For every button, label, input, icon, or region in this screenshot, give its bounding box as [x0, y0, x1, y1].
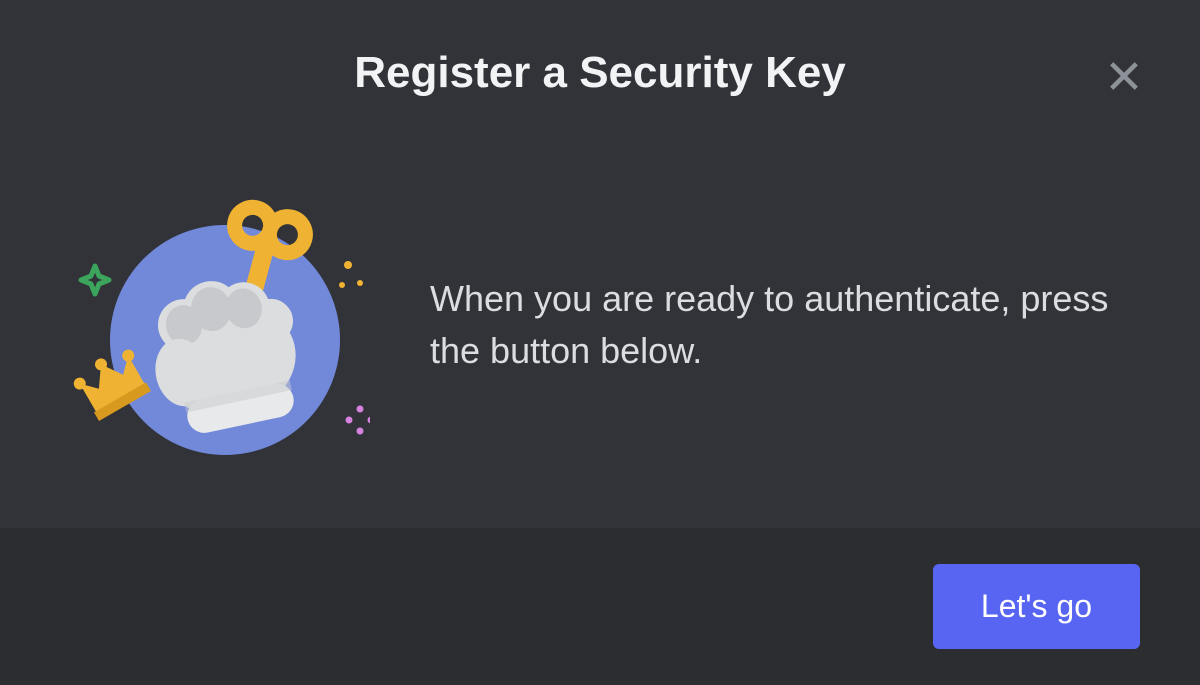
close-button[interactable]: [1100, 52, 1148, 100]
close-icon: [1104, 56, 1144, 96]
modal-body: When you are ready to authenticate, pres…: [0, 122, 1200, 528]
register-security-key-modal: Register a Security Key: [0, 0, 1200, 685]
security-key-illustration: [60, 185, 370, 465]
modal-title: Register a Security Key: [60, 48, 1140, 98]
modal-footer: Let's go: [0, 528, 1200, 685]
modal-header: Register a Security Key: [0, 0, 1200, 122]
modal-description: When you are ready to authenticate, pres…: [430, 273, 1140, 377]
lets-go-button[interactable]: Let's go: [933, 564, 1140, 649]
